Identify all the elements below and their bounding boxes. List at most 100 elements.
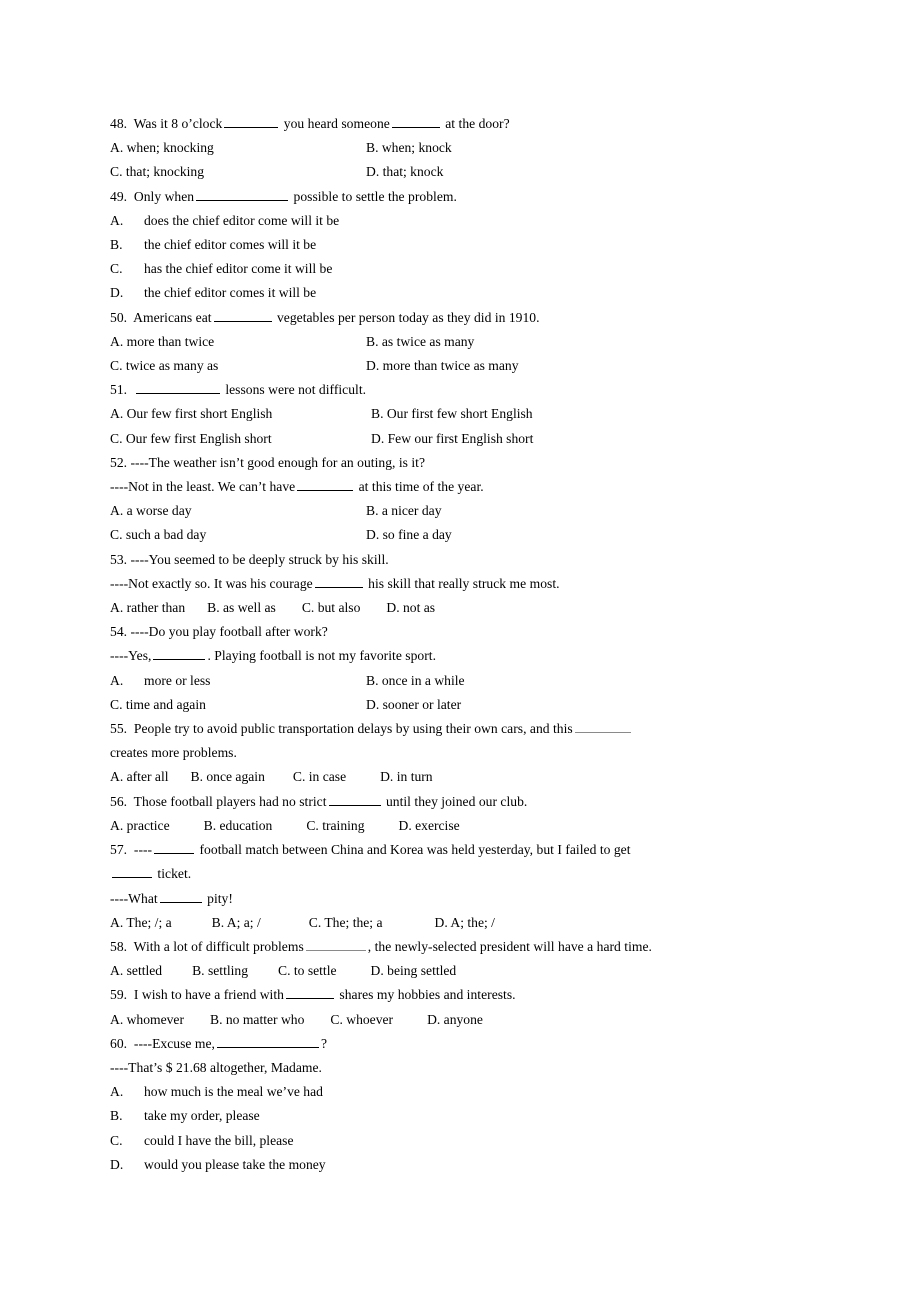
option-50-d[interactable]: D. more than twice as many (366, 354, 519, 378)
option-letter-60-a: A. (110, 1084, 124, 1100)
option-56-b[interactable]: B. education (204, 814, 273, 838)
option-50-a[interactable]: A. more than twice (110, 330, 366, 354)
option-50-c[interactable]: C. twice as many as (110, 354, 366, 378)
option-50-b[interactable]: B. as twice as many (366, 330, 474, 354)
option-60-d[interactable]: D. would you please take the money (110, 1153, 920, 1177)
option-58-c[interactable]: C. to settle (278, 959, 337, 983)
option-51-a[interactable]: A. Our few first short English (110, 402, 371, 426)
option-56-d[interactable]: D. exercise (399, 814, 460, 838)
stem-text-49a: Only when (133, 188, 195, 204)
option-text-54-a: more or less (144, 672, 211, 688)
question-block-58: 58. With a lot of difficult problems , th… (110, 935, 920, 983)
option-57-b[interactable]: B. A; a; / (212, 911, 261, 935)
option-59-d[interactable]: D. anyone (427, 1008, 483, 1032)
question-stem-50: 50. Americans eat vegetables per person … (110, 306, 920, 330)
blank-50-1 (213, 309, 272, 322)
option-48-a[interactable]: A. when; knocking (110, 136, 366, 160)
option-51-d[interactable]: D. Few our first English short (371, 427, 533, 451)
option-57-a[interactable]: A. The; /; a (110, 911, 172, 935)
option-57-c[interactable]: C. The; the; a (309, 911, 383, 935)
stem-text-58a: With a lot of difficult problems (133, 938, 304, 954)
option-53-d[interactable]: D. not as (386, 596, 435, 620)
option-53-b[interactable]: B. as well as (207, 596, 276, 620)
option-59-c[interactable]: C. whoever (330, 1008, 393, 1032)
option-letter-49-a: A. (110, 212, 124, 228)
option-55-c[interactable]: C. in case (293, 765, 346, 789)
option-text-49-a: does the chief editor come will it be (144, 212, 340, 228)
option-text-60-c: could I have the bill, please (144, 1132, 294, 1148)
option-49-d[interactable]: D. the chief editor comes it will be (110, 281, 920, 305)
option-52-a[interactable]: A. a worse day (110, 499, 366, 523)
stem-text-56a: Those football players had no strict (133, 793, 327, 809)
stem-text-55a: People try to avoid public transportatio… (133, 721, 573, 737)
option-48-d[interactable]: D. that; knock (366, 160, 443, 184)
stem-text-57a: ---- (133, 842, 153, 858)
question-block-51: 51. lessons were not difficult. A. Our f… (110, 378, 920, 451)
stem-text-59b: shares my hobbies and interests. (339, 987, 516, 1003)
stem-text-49b: possible to settle the problem. (293, 188, 457, 204)
option-57-d[interactable]: D. A; the; / (435, 911, 495, 935)
question-reply-52: ----Not in the least. We can’t have at t… (110, 475, 920, 499)
question-stem-57: 57. ---- football match between China an… (110, 838, 920, 862)
option-48-c[interactable]: C. that; knocking (110, 160, 366, 184)
stem-text-48c: at the door? (445, 116, 510, 131)
option-row-52-cd: C. such a bad day D. so fine a day (110, 523, 920, 547)
option-58-b[interactable]: B. settling (192, 959, 248, 983)
option-52-c[interactable]: C. such a bad day (110, 523, 366, 547)
question-block-60: 60. ----Excuse me,? ----That’s $ 21.68 a… (110, 1032, 920, 1177)
question-number-55: 55. (110, 721, 128, 737)
option-56-c[interactable]: C. training (306, 814, 364, 838)
stem-text-48b: you heard someone (283, 116, 390, 131)
option-58-a[interactable]: A. settled (110, 959, 162, 983)
option-59-a[interactable]: A. whomever (110, 1008, 184, 1032)
option-59-b[interactable]: B. no matter who (210, 1008, 304, 1032)
option-52-b[interactable]: B. a nicer day (366, 499, 442, 523)
option-55-b[interactable]: B. once again (191, 765, 265, 789)
option-56-a[interactable]: A. practice (110, 814, 170, 838)
option-54-d[interactable]: D. sooner or later (366, 693, 461, 717)
question-reply-57: ----What pity! (110, 887, 920, 911)
option-row-54-ab: A. more or less B. once in a while (110, 669, 920, 693)
blank-57-2 (112, 866, 152, 879)
option-60-a[interactable]: A. how much is the meal we’ve had (110, 1080, 920, 1104)
option-51-c[interactable]: C. Our few first English short (110, 427, 371, 451)
blank-48-2 (391, 116, 440, 128)
question-number-51: 51. (110, 382, 128, 398)
option-row-50-ab: A. more than twice B. as twice as many (110, 330, 920, 354)
option-51-b[interactable]: B. Our first few short English (371, 402, 533, 426)
option-60-b[interactable]: B. take my order, please (110, 1104, 920, 1128)
option-53-a[interactable]: A. rather than (110, 596, 185, 620)
question-number-50: 50. (110, 309, 128, 325)
question-number-59: 59. (110, 987, 128, 1003)
question-block-52: 52. ----The weather isn’t good enough fo… (110, 451, 920, 548)
option-54-b[interactable]: B. once in a while (366, 669, 465, 693)
question-block-53: 53. ----You seemed to be deeply struck b… (110, 548, 920, 621)
question-stem-54: 54. ----Do you play football after work? (110, 624, 328, 640)
option-53-c[interactable]: C. but also (302, 596, 361, 620)
stem-text-59a: I wish to have a friend with (133, 987, 284, 1003)
option-54-c[interactable]: C. time and again (110, 693, 366, 717)
worksheet-page: 48. Was it 8 o’clock you heard someone a… (0, 0, 920, 1302)
option-55-a[interactable]: A. after all (110, 765, 169, 789)
blank-52-1 (297, 479, 354, 492)
option-54-a[interactable]: A. more or less (110, 669, 366, 693)
blank-58-1 (305, 939, 366, 951)
question-stem-56: 56. Those football players had no strict… (110, 790, 920, 814)
option-row-59: A. whomever B. no matter who C. whoever D. … (110, 1008, 920, 1032)
question-block-50: 50. Americans eat vegetables per person … (110, 306, 920, 379)
option-49-c[interactable]: C. has the chief editor come it will be (110, 257, 920, 281)
option-49-b[interactable]: B. the chief editor comes will it be (110, 233, 920, 257)
option-48-b[interactable]: B. when; knock (366, 136, 452, 160)
option-49-a[interactable]: A. does the chief editor come will it be (110, 209, 920, 233)
question-stem-57-continuation: ticket. (110, 862, 920, 886)
stem-text-58b: , the newly-selected president will have… (367, 938, 652, 954)
question-number-48: 48. (110, 116, 128, 131)
question-stem-58: 58. With a lot of difficult problems , th… (110, 935, 920, 959)
option-55-d[interactable]: D. in turn (380, 765, 432, 789)
question-stem-55: 55. People try to avoid public transport… (110, 717, 920, 741)
option-60-c[interactable]: C. could I have the bill, please (110, 1129, 920, 1153)
option-52-d[interactable]: D. so fine a day (366, 523, 452, 547)
option-58-d[interactable]: D. being settled (371, 959, 457, 983)
option-row-57: A. The; /; a B. A; a; / C. The; the; a D. A… (110, 911, 920, 935)
question-stem-59: 59. I wish to have a friend with shares … (110, 983, 920, 1007)
